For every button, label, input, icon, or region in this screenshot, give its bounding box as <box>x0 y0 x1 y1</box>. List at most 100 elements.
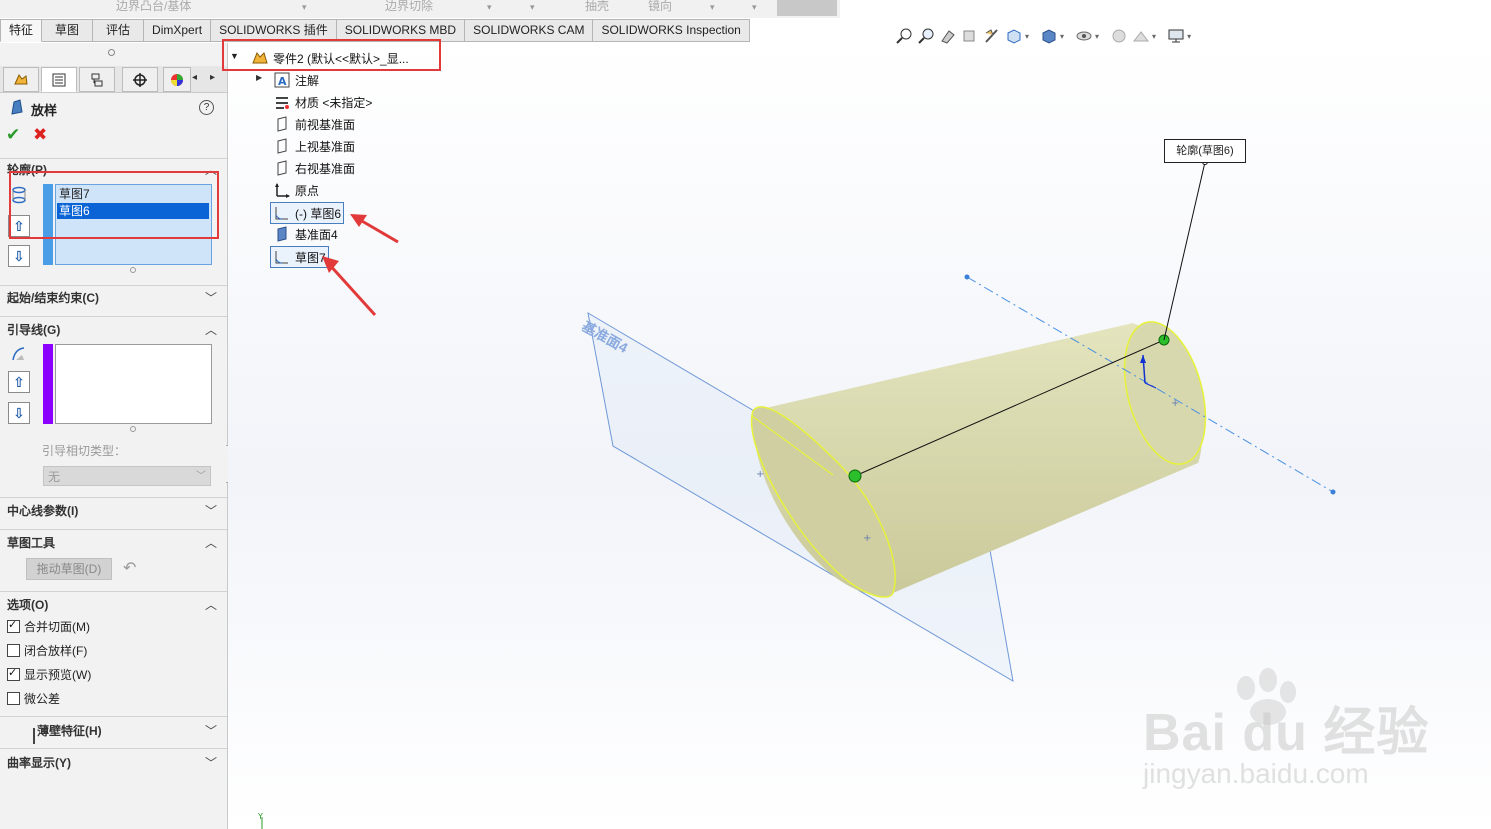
hide-show-items-icon[interactable] <box>1073 26 1095 46</box>
chevron-down-icon[interactable]: ﹀ <box>205 500 217 522</box>
options-header[interactable]: 选项(O) ︿ <box>7 594 220 616</box>
option-label: 合并切面(M) <box>24 619 90 634</box>
zoom-to-fit-icon[interactable] <box>893 26 915 46</box>
tab-features[interactable]: 特征 <box>0 19 43 42</box>
annotation-highlight-box <box>9 171 219 239</box>
svg-text:+: + <box>1171 398 1179 409</box>
tree-item-front-plane[interactable]: 前视基准面 <box>273 114 355 134</box>
tab-scroll-right-icon[interactable]: ▸ <box>210 72 215 83</box>
close-loft-option[interactable]: 闭合放样(F) <box>7 641 87 659</box>
tab-solidworks-inspection[interactable]: SOLIDWORKS Inspection <box>593 19 750 42</box>
mirror-button[interactable]: 镜向 <box>648 0 672 16</box>
tree-item-annotations[interactable]: A 注解 <box>273 70 319 90</box>
move-down-button[interactable]: ⇩ <box>8 245 30 267</box>
cancel-icon[interactable]: ✖ <box>33 125 47 145</box>
chevron-down-icon: ﹀ <box>196 471 206 482</box>
tab-dimxpert-manager[interactable] <box>122 67 158 92</box>
svg-text:+: + <box>756 469 764 480</box>
tab-configuration-manager[interactable] <box>79 67 115 92</box>
zoom-to-area-icon[interactable] <box>915 26 937 46</box>
chevron-up-icon[interactable]: ︿ <box>205 319 217 341</box>
dynamic-annotation-icon[interactable] <box>981 26 1003 46</box>
start-end-constraints-header[interactable]: 起始/结束约束(C) ﹀ <box>7 287 220 309</box>
tab-display-manager[interactable] <box>163 67 191 92</box>
expand-arrow-icon[interactable]: ▶ <box>256 73 262 82</box>
guide-curves-label: 引导线(G) <box>7 323 61 337</box>
tree-item-right-plane[interactable]: 右视基准面 <box>273 158 355 178</box>
tab-sketch[interactable]: 草图 <box>42 19 94 42</box>
tree-item-material[interactable]: 材质 <未指定> <box>273 92 372 112</box>
appearance-icon <box>171 73 183 86</box>
svg-text:+: + <box>863 533 871 544</box>
chevron-up-icon[interactable]: ︿ <box>205 594 217 616</box>
help-icon[interactable]: ? <box>199 100 214 115</box>
chevron-down-icon[interactable]: ▾ <box>752 2 757 13</box>
shell-button[interactable]: 抽壳 <box>585 0 609 16</box>
tab-solidworks-cam[interactable]: SOLIDWORKS CAM <box>465 19 594 42</box>
property-manager-title: 放样 <box>31 103 58 118</box>
checkbox[interactable] <box>33 728 35 744</box>
section-divider <box>0 716 227 717</box>
show-preview-option[interactable]: 显示预览(W) <box>7 665 91 683</box>
resize-handle[interactable] <box>130 426 136 432</box>
view-orientation-icon[interactable] <box>1003 26 1025 46</box>
curvature-display-header[interactable]: 曲率显示(Y) ﹀ <box>7 752 220 774</box>
resize-handle[interactable] <box>130 267 136 273</box>
display-style-icon[interactable] <box>1038 26 1060 46</box>
chevron-down-icon[interactable]: ▾ <box>1025 32 1029 41</box>
sketch-icon <box>273 249 291 265</box>
boundary-cut-button[interactable]: 边界切除 <box>385 0 433 16</box>
option-label: 微公差 <box>24 691 61 706</box>
chevron-down-icon[interactable]: ﹀ <box>205 287 217 309</box>
view-settings-icon[interactable] <box>1165 26 1187 46</box>
tree-item-label: 上视基准面 <box>295 139 356 154</box>
tab-scroll-left-icon[interactable]: ◂ <box>192 72 197 83</box>
chevron-up-icon[interactable]: ︿ <box>205 532 217 554</box>
annotation-highlight-box <box>222 39 441 71</box>
tab-dimxpert[interactable]: DimXpert <box>144 19 212 42</box>
chevron-down-icon[interactable]: ▾ <box>302 2 307 13</box>
tab-evaluate[interactable]: 评估 <box>93 19 145 42</box>
micro-tolerance-option[interactable]: 微公差 <box>7 689 60 707</box>
chevron-down-icon[interactable]: ▾ <box>487 2 492 13</box>
tree-item-top-plane[interactable]: 上视基准面 <box>273 136 355 156</box>
tab-property-manager[interactable] <box>41 67 77 92</box>
ok-icon[interactable]: ✔ <box>6 125 20 145</box>
chevron-down-icon[interactable]: ▾ <box>1060 32 1064 41</box>
section-view-icon[interactable] <box>959 26 981 46</box>
thin-feature-header[interactable]: 薄壁特征(H) ﹀ <box>7 720 220 744</box>
chevron-down-icon[interactable]: ﹀ <box>205 752 217 774</box>
watermark-url: jingyan.baidu.com <box>1143 758 1369 789</box>
chevron-down-icon[interactable]: ▾ <box>530 2 535 13</box>
undo-icon[interactable]: ↶ <box>123 558 136 578</box>
guide-curves-listbox[interactable] <box>55 344 212 424</box>
ribbon-button[interactable] <box>777 0 837 16</box>
chevron-down-icon[interactable]: ▾ <box>1187 32 1191 41</box>
chevron-down-icon[interactable]: ▾ <box>710 2 715 13</box>
section-divider <box>0 497 227 498</box>
sketch-tools-header[interactable]: 草图工具 ︿ <box>7 532 220 554</box>
previous-view-icon[interactable] <box>937 26 959 46</box>
tab-feature-manager[interactable] <box>3 67 39 92</box>
move-down-button[interactable]: ⇩ <box>8 402 30 424</box>
scene-icon[interactable] <box>1130 26 1152 46</box>
profile-callout[interactable]: 轮廓(草图6) <box>1164 139 1246 163</box>
checkbox[interactable] <box>7 691 20 705</box>
guide-curves-header[interactable]: 引导线(G) ︿ <box>7 319 220 341</box>
chevron-down-icon[interactable]: ﹀ <box>205 720 217 742</box>
chevron-down-icon[interactable]: ▾ <box>1095 32 1099 41</box>
checkbox[interactable] <box>7 618 20 633</box>
splitter-handle[interactable] <box>108 49 115 56</box>
chevron-down-icon[interactable]: ▾ <box>1152 32 1156 41</box>
drag-sketch-button[interactable]: 拖动草图(D) <box>26 558 112 580</box>
tangency-type-select[interactable]: 无 ﹀ <box>43 466 211 486</box>
edit-appearance-icon[interactable] <box>1108 26 1130 46</box>
boundary-boss-button[interactable]: 边界凸台/基体 <box>116 0 191 16</box>
checkbox[interactable] <box>7 666 20 681</box>
centerline-header[interactable]: 中心线参数(I) ﹀ <box>7 500 220 522</box>
merge-tangent-faces-option[interactable]: 合并切面(M) <box>7 617 90 635</box>
move-up-button[interactable]: ⇧ <box>8 371 30 393</box>
checkbox[interactable] <box>7 643 20 657</box>
tree-item-origin[interactable]: 原点 <box>273 180 319 200</box>
connector-point[interactable] <box>848 469 862 483</box>
